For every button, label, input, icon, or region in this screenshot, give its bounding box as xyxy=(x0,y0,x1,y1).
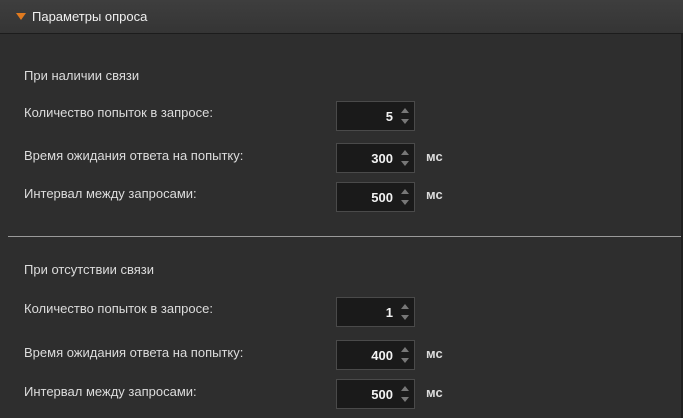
chevron-up-icon[interactable] xyxy=(401,347,409,352)
chevron-up-icon[interactable] xyxy=(401,189,409,194)
retries-value-disconnected[interactable]: 1 xyxy=(386,305,393,320)
interval-label-disconnected: Интервал между запросами: xyxy=(24,384,197,399)
interval-value-disconnected[interactable]: 500 xyxy=(371,387,393,402)
section-divider xyxy=(8,236,681,237)
timeout-label-connected: Время ожидания ответа на попытку: xyxy=(24,148,244,163)
collapse-triangle-icon[interactable] xyxy=(16,13,26,20)
chevron-up-icon[interactable] xyxy=(401,304,409,309)
interval-label-connected: Интервал между запросами: xyxy=(24,186,197,201)
interval-unit-connected: мс xyxy=(426,187,443,202)
retries-stepper-disconnected[interactable]: 1 xyxy=(336,297,415,327)
timeout-stepper-connected[interactable]: 300 xyxy=(336,143,415,173)
chevron-up-icon[interactable] xyxy=(401,108,409,113)
polling-parameters-panel: Параметры опроса При наличии связи Колич… xyxy=(0,0,683,418)
interval-unit-disconnected: мс xyxy=(426,385,443,400)
chevron-down-icon[interactable] xyxy=(401,315,409,320)
timeout-value-disconnected[interactable]: 400 xyxy=(371,348,393,363)
chevron-down-icon[interactable] xyxy=(401,119,409,124)
chevron-down-icon[interactable] xyxy=(401,397,409,402)
timeout-unit-connected: мс xyxy=(426,149,443,164)
retries-label-connected: Количество попыток в запросе: xyxy=(24,105,213,120)
chevron-down-icon[interactable] xyxy=(401,200,409,205)
panel-header[interactable]: Параметры опроса xyxy=(0,0,683,34)
section-title-disconnected: При отсутствии связи xyxy=(24,262,155,277)
timeout-stepper-disconnected[interactable]: 400 xyxy=(336,340,415,370)
interval-stepper-disconnected[interactable]: 500 xyxy=(336,379,415,409)
interval-value-connected[interactable]: 500 xyxy=(371,190,393,205)
chevron-down-icon[interactable] xyxy=(401,161,409,166)
panel-title: Параметры опроса xyxy=(32,9,148,24)
chevron-up-icon[interactable] xyxy=(401,386,409,391)
timeout-value-connected[interactable]: 300 xyxy=(371,151,393,166)
retries-stepper-connected[interactable]: 5 xyxy=(336,101,415,131)
timeout-unit-disconnected: мс xyxy=(426,346,443,361)
section-title-connected: При наличии связи xyxy=(24,68,140,83)
timeout-label-disconnected: Время ожидания ответа на попытку: xyxy=(24,345,244,360)
interval-stepper-connected[interactable]: 500 xyxy=(336,182,415,212)
retries-value-connected[interactable]: 5 xyxy=(386,109,393,124)
retries-label-disconnected: Количество попыток в запросе: xyxy=(24,301,213,316)
chevron-up-icon[interactable] xyxy=(401,150,409,155)
chevron-down-icon[interactable] xyxy=(401,358,409,363)
